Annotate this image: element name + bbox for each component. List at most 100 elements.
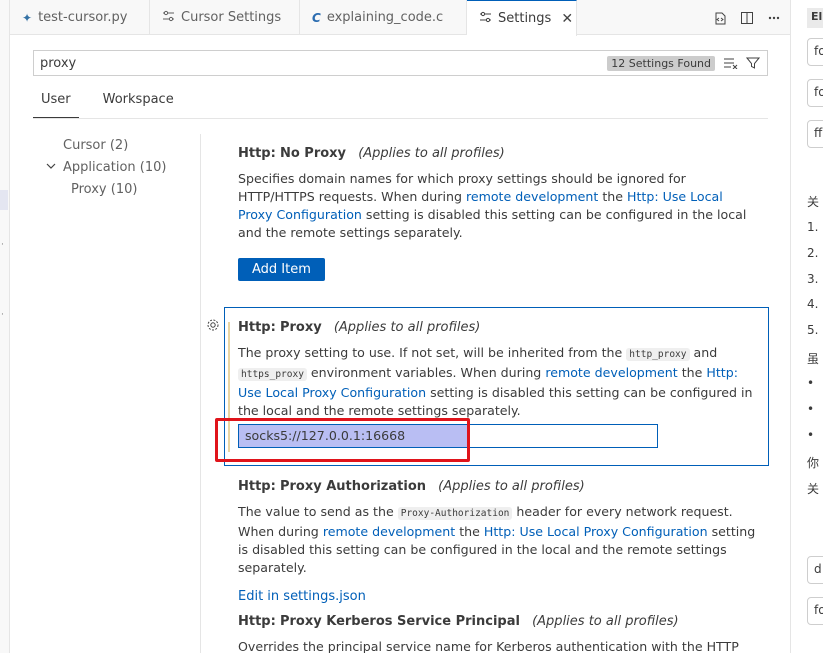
toc-item-application[interactable]: Application (10) xyxy=(40,156,190,178)
code-snippet: http_proxy xyxy=(626,348,690,361)
chat-side-panel: El fo fo ff 关 1. 2. 3. 4. 5. 虽 • • • 你 关… xyxy=(790,0,823,653)
panel-line: • xyxy=(807,428,815,442)
toc-label: Application (10) xyxy=(63,159,167,175)
setting-scope: (Applies to all profiles) xyxy=(532,614,679,629)
panel-line: 你 xyxy=(807,456,820,470)
activity-bar-active-marker xyxy=(0,190,8,210)
settings-search-box[interactable]: proxy 12 Settings Found xyxy=(33,50,768,76)
panel-box[interactable]: fo xyxy=(807,38,823,66)
setting-http-proxy-kerberos: Http: Proxy Kerberos Service Principal (… xyxy=(238,614,758,653)
setting-http-no-proxy: Http: No Proxy (Applies to all profiles)… xyxy=(238,146,758,281)
panel-line: 虽 xyxy=(807,352,820,366)
tab-label: explaining_code.c xyxy=(326,10,444,25)
toc-label: Proxy (10) xyxy=(71,181,138,197)
toc-item-proxy[interactable]: Proxy (10) xyxy=(40,178,190,200)
setting-name: No Proxy xyxy=(279,146,347,161)
settings-sliders-icon xyxy=(479,11,492,26)
setting-scope: (Applies to all profiles) xyxy=(358,146,505,161)
python-icon: ✦ xyxy=(22,10,33,25)
desc-text: the xyxy=(677,365,707,380)
panel-line: 5. xyxy=(807,323,819,337)
results-count-badge: 12 Settings Found xyxy=(607,55,715,71)
setting-http-proxy-authorization: Http: Proxy Authorization (Applies to al… xyxy=(238,479,758,604)
setting-scope: (Applies to all profiles) xyxy=(333,320,481,335)
setting-title: Http: No Proxy (Applies to all profiles) xyxy=(238,146,758,166)
tab-label: test-cursor.py xyxy=(38,10,128,25)
panel-line: • xyxy=(807,376,815,390)
setting-name: Proxy xyxy=(279,320,322,335)
desc-text: environment variables. When during xyxy=(306,365,546,380)
editor-tab-bar: ✦ test-cursor.py Cursor Settings C expla… xyxy=(10,0,790,36)
setting-title: Http: Proxy Authorization (Applies to al… xyxy=(238,479,758,499)
code-snippet: https_proxy xyxy=(238,368,307,381)
panel-box[interactable]: ff xyxy=(807,120,823,148)
tab-workspace[interactable]: Workspace xyxy=(95,90,182,118)
desc-text: the xyxy=(455,524,484,539)
panel-line: 关 xyxy=(807,482,820,496)
setting-description: Specifies domain names for which proxy s… xyxy=(238,170,758,242)
panel-box[interactable]: fo xyxy=(807,79,823,107)
panel-header: El xyxy=(807,8,823,28)
setting-title: Http: Proxy (Applies to all profiles) xyxy=(238,320,758,340)
code-snippet: Proxy-Authorization xyxy=(397,507,513,520)
setting-scope: (Applies to all profiles) xyxy=(438,479,585,494)
edit-in-settings-json-link[interactable]: Edit in settings.json xyxy=(238,589,758,604)
setting-description: Overrides the principal service name for… xyxy=(238,638,758,653)
tab-test-cursor-py[interactable]: ✦ test-cursor.py xyxy=(10,0,150,35)
toc-item-cursor[interactable]: Cursor (2) xyxy=(40,134,190,156)
remote-development-link[interactable]: remote development xyxy=(323,524,455,539)
desc-text: The proxy setting to use. If not set, wi… xyxy=(238,345,627,360)
desc-text: the xyxy=(598,189,628,204)
setting-description: The proxy setting to use. If not set, wi… xyxy=(238,344,758,420)
tab-explaining-code-c[interactable]: C explaining_code.c xyxy=(300,0,467,35)
tab-label: Settings xyxy=(498,11,552,26)
panel-line: 4. xyxy=(807,297,819,311)
toc-divider xyxy=(200,134,201,653)
setting-category: Http: xyxy=(238,479,276,494)
tab-cursor-settings[interactable]: Cursor Settings xyxy=(150,0,300,35)
panel-line: 1. xyxy=(807,220,819,234)
open-settings-json-icon[interactable] xyxy=(712,10,728,26)
remote-development-link[interactable]: remote development xyxy=(466,189,598,204)
settings-scope-tabs: User Workspace xyxy=(33,90,182,118)
c-file-icon: C xyxy=(312,10,321,25)
divider xyxy=(33,118,768,119)
tab-label: Cursor Settings xyxy=(181,10,282,25)
tab-settings[interactable]: Settings ✕ xyxy=(467,0,577,36)
use-local-proxy-link[interactable]: Http: Use Local Proxy Configuration xyxy=(484,524,708,539)
panel-line: • xyxy=(807,402,815,416)
clear-filter-icon[interactable] xyxy=(723,55,739,71)
panel-box[interactable]: d xyxy=(807,556,823,584)
tab-user[interactable]: User xyxy=(33,90,79,118)
add-item-button[interactable]: Add Item xyxy=(238,258,325,281)
editor-actions xyxy=(712,0,782,35)
chevron-down-icon[interactable] xyxy=(46,162,60,173)
remote-development-link[interactable]: remote development xyxy=(545,365,677,380)
gear-icon[interactable] xyxy=(206,318,220,332)
setting-description: The value to send as the Proxy-Authoriza… xyxy=(238,503,758,577)
close-icon[interactable]: ✕ xyxy=(561,11,573,27)
setting-http-proxy: Http: Proxy (Applies to all profiles) Th… xyxy=(238,320,758,420)
settings-sliders-icon xyxy=(162,10,175,25)
setting-name: Proxy Kerberos Service Principal xyxy=(279,614,520,629)
setting-category: Http: xyxy=(238,614,276,629)
setting-category: Http: xyxy=(238,146,276,161)
filter-icon[interactable] xyxy=(745,55,761,71)
setting-title: Http: Proxy Kerberos Service Principal (… xyxy=(238,614,758,634)
activity-bar-dot: · xyxy=(1,240,4,250)
toc-label: Cursor (2) xyxy=(63,137,129,153)
desc-text: The value to send as the xyxy=(238,504,398,519)
activity-bar-edge: · · xyxy=(0,0,10,653)
desc-text: Overrides the principal service name for… xyxy=(238,639,739,653)
desc-text: and xyxy=(689,345,718,360)
annotation-highlight-box xyxy=(215,418,470,462)
setting-category: Http: xyxy=(238,320,276,335)
panel-line: 关 xyxy=(807,195,820,209)
more-actions-icon[interactable] xyxy=(766,10,782,26)
activity-bar-dot: · xyxy=(1,310,4,320)
settings-toc: Cursor (2) Application (10) Proxy (10) xyxy=(40,134,190,200)
settings-search-input[interactable]: proxy xyxy=(40,56,607,71)
panel-line: 3. xyxy=(807,272,819,286)
panel-box[interactable]: fo xyxy=(807,597,823,625)
split-editor-icon[interactable] xyxy=(739,10,755,26)
